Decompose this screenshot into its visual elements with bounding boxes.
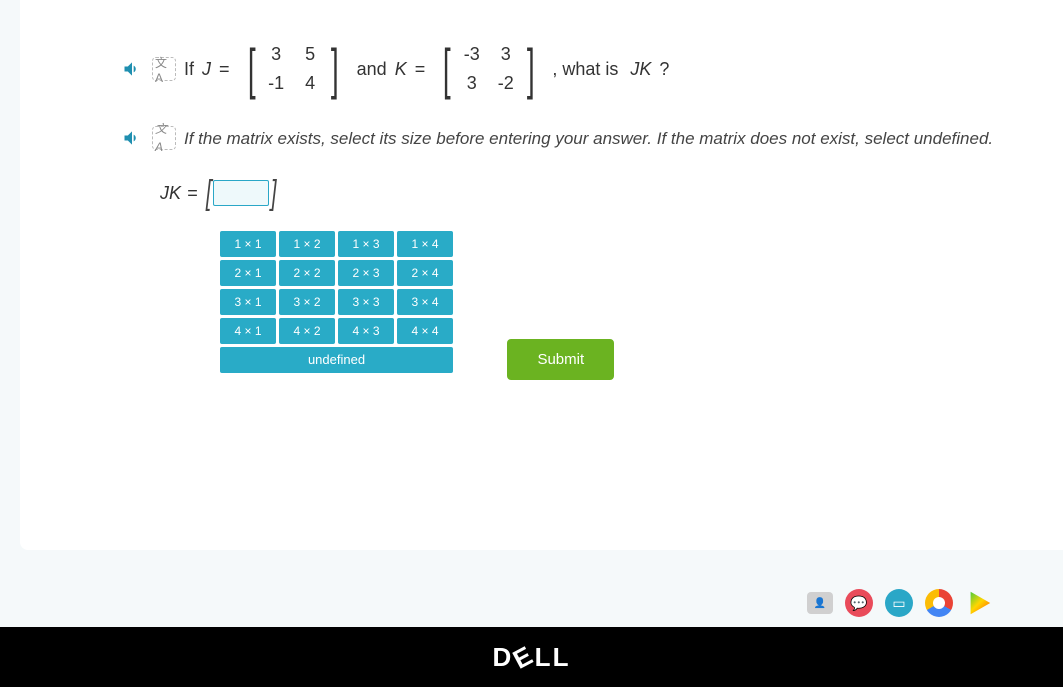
- bracket-right: ]: [331, 47, 339, 92]
- instruction-row: 文A If the matrix exists, select its size…: [120, 126, 1003, 152]
- dell-logo: D E L L: [493, 642, 571, 673]
- answer-row: JK = [ ]: [160, 174, 1003, 213]
- eq2: =: [415, 59, 426, 80]
- chrome-icon[interactable]: [925, 589, 953, 617]
- bracket-left: [: [247, 47, 255, 92]
- var-j: J: [202, 59, 211, 80]
- answer-input[interactable]: [213, 180, 269, 206]
- size-3x4[interactable]: 3 × 4: [397, 289, 453, 315]
- contacts-icon[interactable]: 👤: [807, 592, 833, 614]
- bracket-left: [: [205, 174, 211, 213]
- taskbar: 👤 💬 ▭: [807, 589, 993, 617]
- size-4x1[interactable]: 4 × 1: [220, 318, 276, 344]
- size-2x2[interactable]: 2 × 2: [279, 260, 335, 286]
- logo-l2: L: [553, 642, 571, 673]
- mK-11: -2: [489, 69, 523, 98]
- size-2x1[interactable]: 2 × 1: [220, 260, 276, 286]
- size-2x4[interactable]: 2 × 4: [397, 260, 453, 286]
- size-2x3[interactable]: 2 × 3: [338, 260, 394, 286]
- size-1x4[interactable]: 1 × 4: [397, 231, 453, 257]
- mK-01: 3: [489, 40, 523, 69]
- size-1x1[interactable]: 1 × 1: [220, 231, 276, 257]
- size-4x2[interactable]: 4 × 2: [279, 318, 335, 344]
- question-row: 文A If J = [ 3 5 -1 4 ] and K = [: [120, 40, 1003, 98]
- matrix-k: [ -3 3 3 -2 ]: [439, 40, 538, 98]
- question-panel: 文A If J = [ 3 5 -1 4 ] and K = [: [20, 0, 1063, 550]
- mJ-11: 4: [293, 69, 327, 98]
- size-3x1[interactable]: 3 × 1: [220, 289, 276, 315]
- text-whatis: , what is: [552, 59, 618, 80]
- mK-10: 3: [455, 69, 489, 98]
- var-k: K: [395, 59, 407, 80]
- app-icon-red[interactable]: 💬: [845, 589, 873, 617]
- answer-label: JK: [160, 183, 181, 204]
- bracket-right: ]: [271, 174, 277, 213]
- size-4x4[interactable]: 4 × 4: [397, 318, 453, 344]
- undefined-button[interactable]: undefined: [220, 347, 453, 373]
- matrix-j: [ 3 5 -1 4 ]: [244, 40, 343, 98]
- eq3: =: [187, 183, 198, 204]
- text-if: If: [184, 59, 194, 80]
- var-jk: JK: [630, 59, 651, 80]
- submit-button[interactable]: Submit: [507, 339, 614, 380]
- size-3x2[interactable]: 3 × 2: [279, 289, 335, 315]
- text-and: and: [357, 59, 387, 80]
- qmark: ?: [659, 59, 669, 80]
- eq1: =: [219, 59, 230, 80]
- mJ-10: -1: [259, 69, 293, 98]
- bracket-right: ]: [527, 47, 535, 92]
- size-3x3[interactable]: 3 × 3: [338, 289, 394, 315]
- answer-box: [ ]: [204, 174, 279, 213]
- mK-00: -3: [455, 40, 489, 69]
- translate-icon[interactable]: 文A: [152, 57, 176, 81]
- laptop-bezel: D E L L: [0, 627, 1063, 687]
- bracket-left: [: [443, 47, 451, 92]
- size-4x3[interactable]: 4 × 3: [338, 318, 394, 344]
- instruction-text: If the matrix exists, select its size be…: [184, 126, 1003, 152]
- audio-icon[interactable]: [120, 57, 144, 81]
- mJ-01: 5: [293, 40, 327, 69]
- translate-icon[interactable]: 文A: [152, 126, 176, 150]
- logo-l1: L: [535, 642, 553, 673]
- app-icon-teal[interactable]: ▭: [885, 589, 913, 617]
- size-1x3[interactable]: 1 × 3: [338, 231, 394, 257]
- size-selector: 1 × 1 1 × 2 1 × 3 1 × 4 2 × 1 2 × 2 2 × …: [220, 231, 453, 376]
- play-store-icon[interactable]: [965, 589, 993, 617]
- mJ-00: 3: [259, 40, 293, 69]
- size-1x2[interactable]: 1 × 2: [279, 231, 335, 257]
- audio-icon[interactable]: [120, 126, 144, 150]
